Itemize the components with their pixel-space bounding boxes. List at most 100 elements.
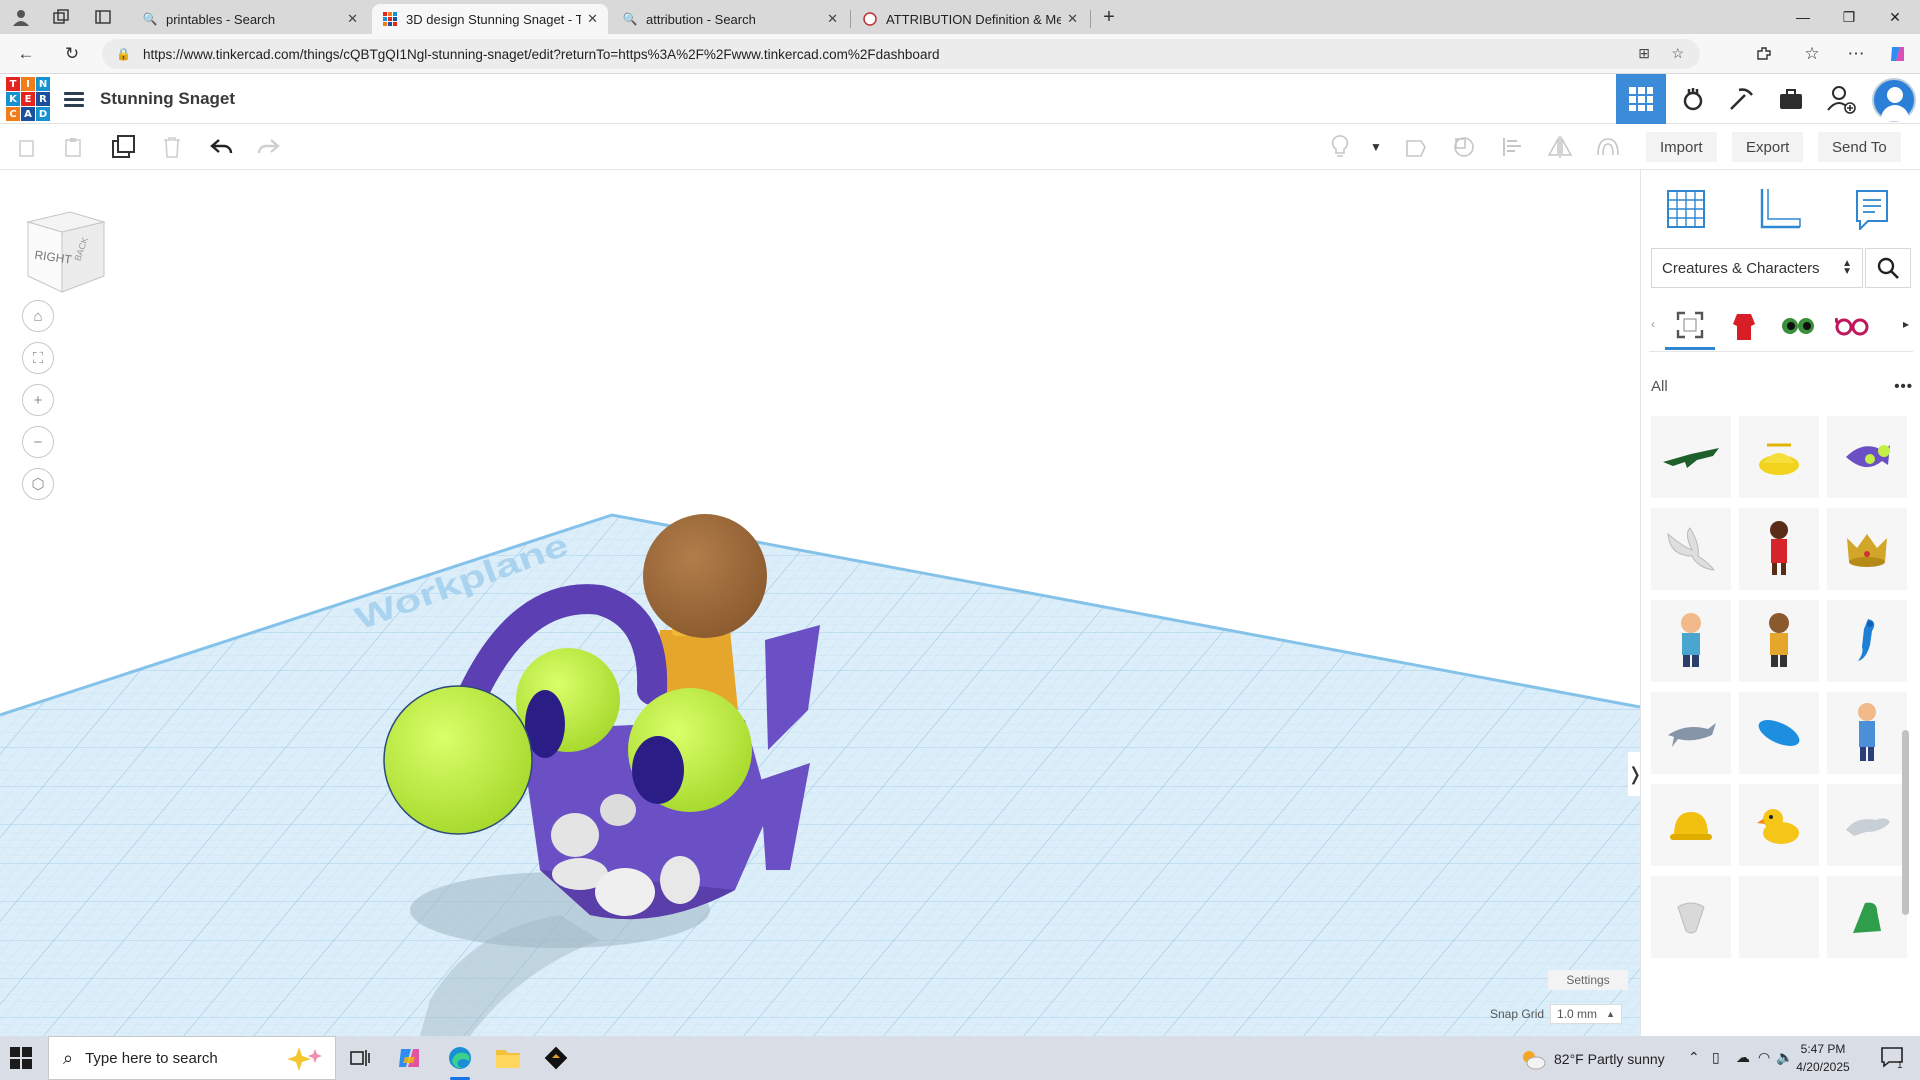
browser-tab-printables[interactable]: 🔍 printables - Search ✕	[132, 4, 368, 34]
home-view-icon[interactable]: ⌂	[22, 300, 54, 332]
favorites-icon[interactable]: ☆	[1800, 42, 1824, 66]
shape-blue-seahorse[interactable]	[1827, 600, 1907, 682]
task-view-icon[interactable]	[346, 1044, 374, 1072]
shape-standing-figure[interactable]	[1827, 692, 1907, 774]
more-menu-icon[interactable]: ⋯	[1844, 42, 1868, 66]
weather-widget[interactable]: 82°F Partly sunny	[1520, 1048, 1665, 1070]
zoom-in-icon[interactable]: +	[22, 384, 54, 416]
shape-crocodile[interactable]	[1651, 416, 1731, 498]
view-cube[interactable]: RIGHT BACK	[24, 204, 108, 294]
copy-icon[interactable]	[14, 133, 42, 161]
shape-brown-figure[interactable]	[1739, 600, 1819, 682]
shape-dolphin[interactable]	[1651, 692, 1731, 774]
tab-actions-icon[interactable]	[92, 6, 114, 28]
shape-wings[interactable]	[1651, 508, 1731, 590]
file-explorer-icon[interactable]	[494, 1044, 522, 1072]
close-tab-icon[interactable]: ✕	[347, 11, 358, 27]
notes-icon[interactable]	[1847, 184, 1897, 234]
import-button[interactable]: Import	[1646, 132, 1717, 162]
shape-propeller-hat[interactable]	[1739, 416, 1819, 498]
shape-empty-slot[interactable]	[1739, 876, 1819, 958]
scroll-left-icon[interactable]: ‹	[1651, 317, 1655, 331]
group-icon[interactable]	[1402, 133, 1430, 161]
taskbar-search-box[interactable]: ⌕ Type here to search	[48, 1036, 336, 1080]
shape-seal[interactable]	[1827, 784, 1907, 866]
reader-icon[interactable]: ⊞	[1638, 45, 1650, 62]
shape-panel-scrollbar[interactable]	[1902, 730, 1909, 915]
favorite-star-icon[interactable]: ☆	[1671, 45, 1684, 62]
browser-tab-attribution[interactable]: 🔍 attribution - Search ✕	[612, 4, 848, 34]
settings-button[interactable]: Settings	[1548, 970, 1628, 990]
add-user-icon[interactable]	[1816, 74, 1866, 124]
subcategory-eyes[interactable]	[1773, 302, 1823, 350]
redo-icon[interactable]	[254, 133, 282, 161]
tinkercad-logo[interactable]: T I N K E R C A D	[6, 77, 50, 121]
close-window-icon[interactable]: ✕	[1872, 0, 1918, 34]
scroll-right-icon[interactable]: ▸	[1903, 317, 1909, 331]
shape-crown[interactable]	[1827, 508, 1907, 590]
user-avatar[interactable]	[1872, 78, 1916, 122]
cruise-icon[interactable]	[1594, 133, 1622, 161]
perspective-icon[interactable]: ⬡	[22, 468, 54, 500]
profile-icon[interactable]	[10, 6, 32, 28]
dropdown-arrow-icon[interactable]: ▼	[1362, 133, 1390, 161]
close-tab-icon[interactable]: ✕	[1067, 11, 1078, 27]
refresh-icon[interactable]: ↻	[60, 42, 84, 66]
snap-grid-select[interactable]: 1.0 mm ▲	[1550, 1004, 1623, 1024]
blocks-icon[interactable]	[1668, 74, 1718, 124]
duplicate-icon[interactable]	[110, 133, 138, 161]
shape-search-button[interactable]	[1865, 248, 1911, 288]
volume-icon[interactable]: 🔈	[1776, 1049, 1793, 1066]
workspaces-icon[interactable]	[50, 6, 72, 28]
subcategory-all[interactable]	[1665, 302, 1715, 350]
design-title[interactable]: Stunning Snaget	[100, 89, 235, 109]
shape-rubber-duck[interactable]	[1739, 784, 1819, 866]
show-hidden-icons-icon[interactable]: ⌃	[1688, 1049, 1700, 1066]
shape-blue-disc[interactable]	[1739, 692, 1819, 774]
workplane-grid-icon[interactable]	[1661, 184, 1711, 234]
ungroup-icon[interactable]	[1450, 133, 1478, 161]
shape-purple-fish[interactable]	[1827, 416, 1907, 498]
device-icon[interactable]: ▯	[1712, 1049, 1720, 1066]
fit-view-icon[interactable]: ⛶	[22, 342, 54, 374]
minimize-icon[interactable]: —	[1780, 0, 1826, 34]
new-tab-icon[interactable]: +	[1098, 6, 1120, 28]
wifi-icon[interactable]: ◠	[1758, 1049, 1770, 1066]
paste-icon[interactable]	[60, 133, 88, 161]
shape-category-select[interactable]: Creatures & Characters ▲ ▼	[1651, 248, 1863, 288]
app-diamond-icon[interactable]	[542, 1044, 570, 1072]
delete-icon[interactable]	[158, 133, 186, 161]
design-list-icon[interactable]	[62, 87, 86, 111]
browser-tab-tinkercad[interactable]: 3D design Stunning Snaget - Tink ✕	[372, 4, 608, 34]
shape-beak[interactable]	[1651, 876, 1731, 958]
projects-briefcase-icon[interactable]	[1766, 74, 1816, 124]
back-icon[interactable]: ←	[14, 42, 38, 66]
edge-browser-icon[interactable]	[446, 1044, 474, 1080]
subcategory-glasses[interactable]	[1827, 302, 1877, 350]
restore-icon[interactable]: ❐	[1826, 0, 1872, 34]
ruler-icon[interactable]	[1755, 184, 1805, 234]
collapse-panel-chevron-icon[interactable]: ❭	[1627, 752, 1640, 796]
bricks-pickaxe-icon[interactable]	[1716, 74, 1766, 124]
shape-girl-figure[interactable]	[1739, 508, 1819, 590]
shape-green-fin[interactable]	[1827, 876, 1907, 958]
copilot-icon[interactable]	[1886, 42, 1910, 66]
workplane-viewport[interactable]: Workplane RIGHT BACK ⌂ ⛶ + − ⬡	[0, 170, 1640, 1036]
extensions-icon[interactable]	[1752, 42, 1776, 66]
shape-hard-hat[interactable]	[1651, 784, 1731, 866]
export-button[interactable]: Export	[1732, 132, 1804, 162]
windows-start-icon[interactable]	[10, 1047, 32, 1069]
copilot-app-icon[interactable]	[396, 1044, 424, 1072]
undo-icon[interactable]	[208, 133, 236, 161]
address-bar[interactable]: 🔒 https://www.tinkercad.com/things/cQBTg…	[102, 39, 1700, 69]
zoom-out-icon[interactable]: −	[22, 426, 54, 458]
close-tab-icon[interactable]: ✕	[587, 11, 598, 27]
more-options-icon[interactable]: •••	[1894, 378, 1913, 395]
close-tab-icon[interactable]: ✕	[827, 11, 838, 27]
mirror-icon[interactable]	[1546, 133, 1574, 161]
subcategory-red-costume[interactable]	[1719, 302, 1769, 350]
browser-tab-definition[interactable]: ATTRIBUTION Definition & Meani ✕	[852, 4, 1088, 34]
workplane-canvas[interactable]: Workplane	[0, 170, 1640, 1036]
system-clock[interactable]: 5:47 PM 4/20/2025	[1792, 1040, 1854, 1076]
send-to-button[interactable]: Send To	[1818, 132, 1901, 162]
